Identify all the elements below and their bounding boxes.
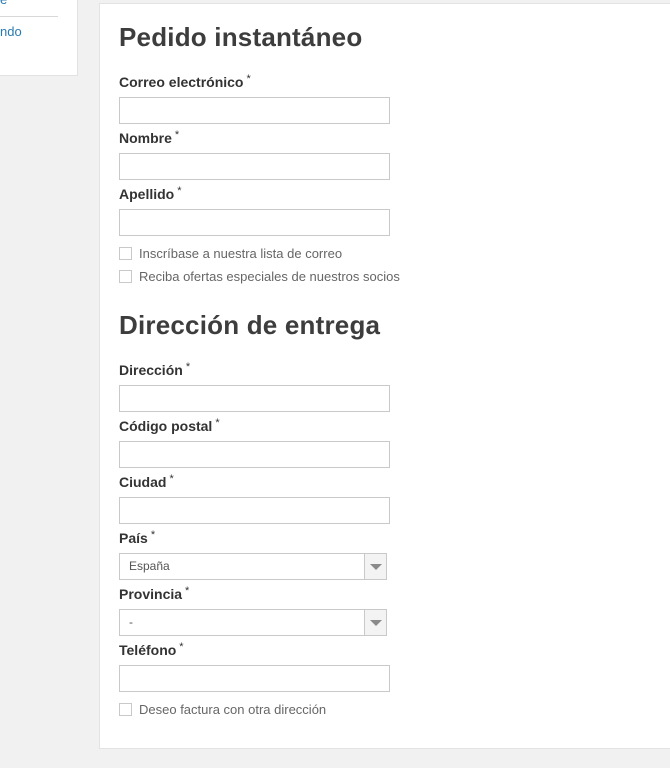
email-label-text: Correo electrónico	[119, 74, 244, 90]
delivery-address-heading: Dirección de entrega	[119, 310, 381, 340]
newsletter-checkbox[interactable]	[119, 247, 132, 260]
country-label-text: País	[119, 530, 148, 546]
required-marker: *	[177, 185, 182, 197]
instant-order-heading: Pedido instantáneo	[119, 22, 363, 52]
required-marker: *	[174, 129, 180, 141]
first-name-label-text: Nombre	[119, 130, 172, 146]
required-marker: *	[150, 529, 156, 541]
phone-label-text: Teléfono	[119, 642, 177, 658]
required-marker: *	[179, 641, 184, 653]
required-marker: *	[169, 473, 174, 485]
sidebar-divider	[0, 16, 58, 17]
required-marker: *	[215, 417, 220, 429]
checkout-form-panel: Pedido instantáneo Correo electrónico * N…	[99, 3, 670, 749]
province-selected-value: -	[129, 615, 133, 629]
sidebar-link[interactable]: ndo	[0, 24, 22, 39]
country-dropdown-button[interactable]	[364, 554, 386, 579]
province-label-text: Provincia	[119, 586, 183, 602]
chevron-down-icon	[370, 620, 382, 626]
email-label: Correo electrónico *	[119, 73, 251, 90]
last-name-label-text: Apellido	[119, 186, 175, 202]
chevron-down-icon	[370, 564, 382, 570]
city-input[interactable]	[119, 497, 390, 524]
province-select[interactable]: -	[119, 609, 387, 636]
required-marker: *	[185, 361, 191, 373]
province-label: Provincia *	[119, 585, 189, 602]
invoice-other-address-label[interactable]: Deseo factura con otra dirección	[139, 702, 326, 717]
required-marker: *	[246, 73, 251, 85]
required-marker: *	[185, 585, 190, 597]
last-name-input[interactable]	[119, 209, 390, 236]
phone-input[interactable]	[119, 665, 390, 692]
country-selected-value: España	[129, 559, 170, 573]
country-label: País *	[119, 529, 155, 546]
address-label: Dirección *	[119, 361, 190, 378]
last-name-label: Apellido *	[119, 185, 182, 202]
postal-code-label: Código postal *	[119, 417, 220, 434]
address-label-text: Dirección	[119, 362, 183, 378]
partner-offers-label[interactable]: Reciba ofertas especiales de nuestros so…	[139, 269, 400, 284]
city-label: Ciudad *	[119, 473, 174, 490]
partner-offers-checkbox[interactable]	[119, 270, 132, 283]
invoice-other-address-checkbox[interactable]	[119, 703, 132, 716]
sidebar-link-top[interactable]: e	[0, 0, 7, 7]
postal-code-input[interactable]	[119, 441, 390, 468]
address-input[interactable]	[119, 385, 390, 412]
newsletter-label[interactable]: Inscríbase a nuestra lista de correo	[139, 246, 342, 261]
postal-code-label-text: Código postal	[119, 418, 213, 434]
left-sidebar-panel: e ndo	[0, 0, 78, 76]
phone-label: Teléfono *	[119, 641, 184, 658]
email-input[interactable]	[119, 97, 390, 124]
province-dropdown-button[interactable]	[364, 610, 386, 635]
city-label-text: Ciudad	[119, 474, 167, 490]
first-name-input[interactable]	[119, 153, 390, 180]
country-select[interactable]: España	[119, 553, 387, 580]
first-name-label: Nombre *	[119, 129, 179, 146]
